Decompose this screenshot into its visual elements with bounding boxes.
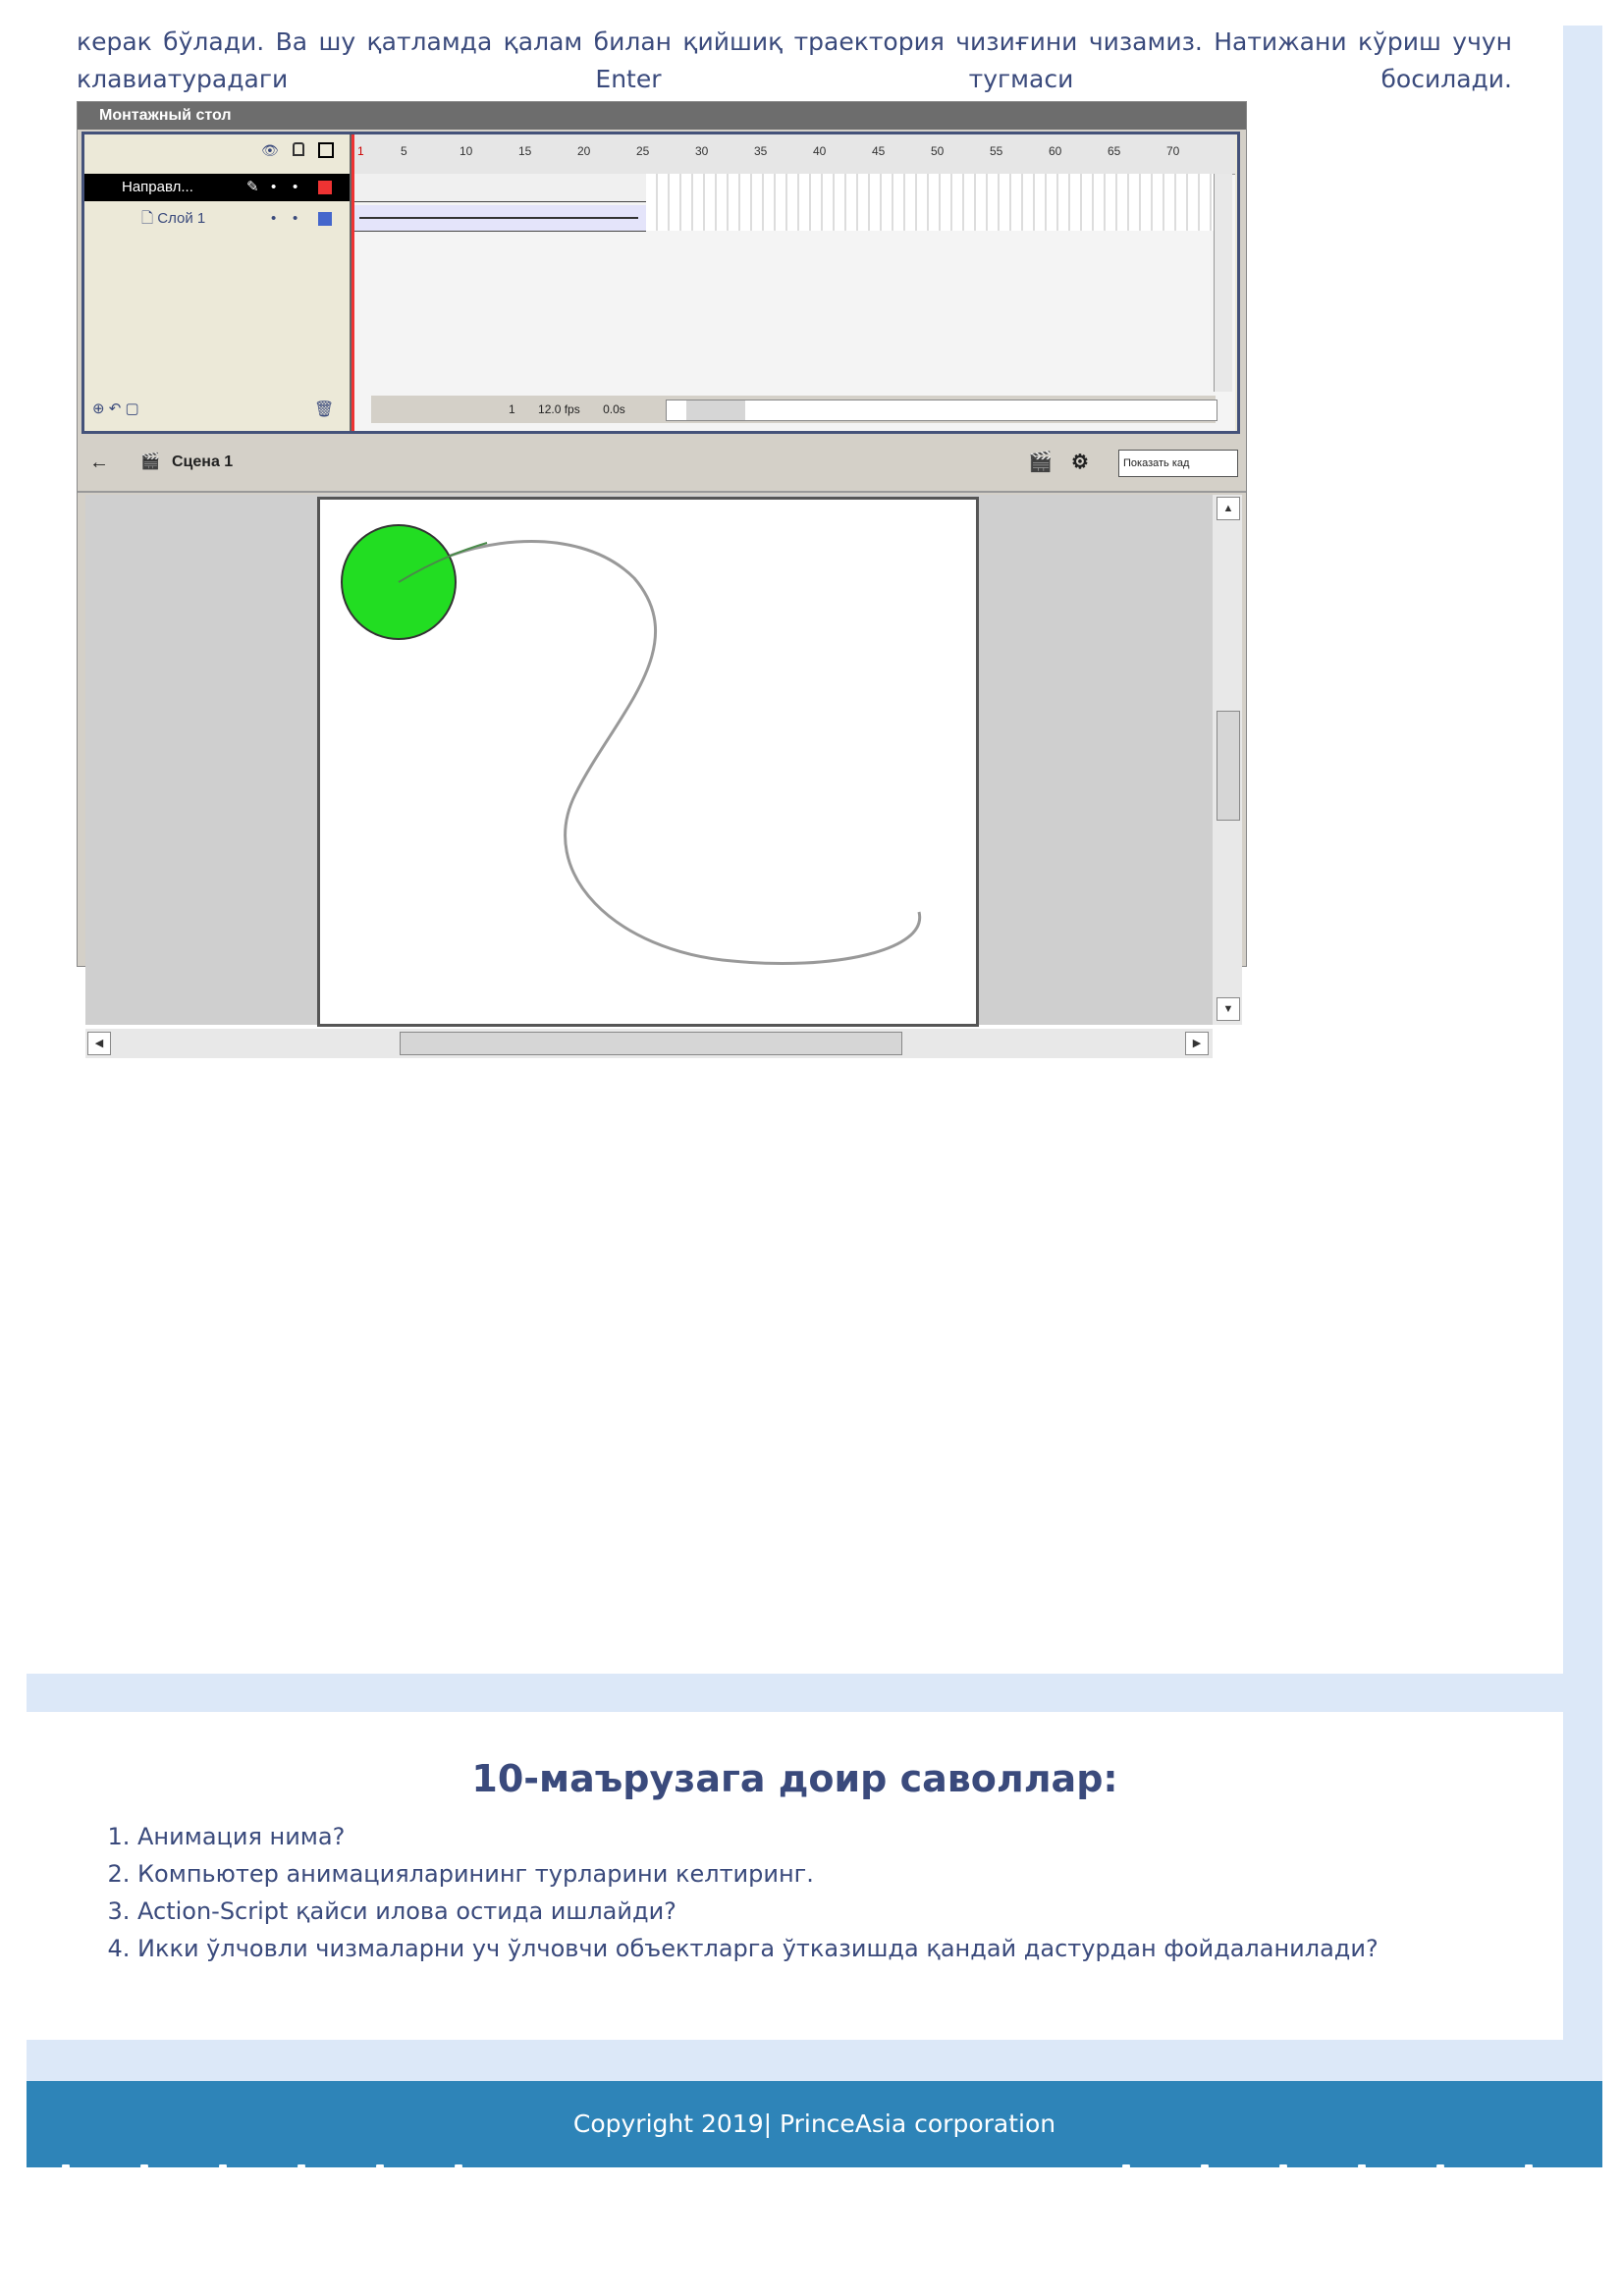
ruler-tick: 10 <box>460 144 473 158</box>
edit-scene-icon[interactable]: 🎬 <box>1028 450 1053 474</box>
frame-ruler: 1 5 10 15 20 25 30 35 40 45 50 55 60 65 … <box>352 134 1235 175</box>
trash-icon[interactable]: 🗑 <box>314 400 334 419</box>
questions-title: 10-маърузага доир саволлар: <box>471 1757 1118 1800</box>
intro-paragraph: керак бўлади. Ва шу қатламда қалам билан… <box>77 27 1512 93</box>
questions-list: Анимация нима? Компьютер анимацияларинин… <box>98 1818 1379 1967</box>
eye-icon: 👁 <box>261 142 279 158</box>
ruler-tick: 40 <box>813 144 827 158</box>
layer-color-swatch <box>318 181 332 194</box>
pencil-icon: ✎ <box>246 179 259 195</box>
scroll-up-icon[interactable]: ▲ <box>1217 497 1240 520</box>
playhead[interactable] <box>352 134 354 431</box>
ruler-tick: 1 <box>357 144 364 158</box>
empty-frames <box>646 174 1214 231</box>
question-item: Икки ўлчовли чизмаларни уч ўлчовчи объек… <box>137 1930 1379 1967</box>
scene-icon: 🎬 <box>140 454 160 470</box>
right-frame-band <box>1563 26 1602 2165</box>
lock-icon <box>293 142 304 156</box>
scene-bar: ← 🎬 Сцена 1 🎬 ⚙ Показать кад <box>78 438 1246 493</box>
timeline-status-bar: 1 12.0 fps 0.0s <box>371 396 1217 423</box>
ruler-tick: 55 <box>990 144 1003 158</box>
stage-drawing <box>341 524 922 966</box>
stage-vscroll[interactable]: ▲ ▼ <box>1213 495 1242 1025</box>
back-arrow-icon[interactable]: ← <box>89 452 109 474</box>
ruler-tick: 25 <box>636 144 650 158</box>
question-item: Action-Script қайси илова остида ишлайди… <box>137 1893 1379 1930</box>
ruler-tick: 35 <box>754 144 768 158</box>
flash-screenshot: Монтажный стол 👁 Направл... ✎ • • 🗋 Слой … <box>77 101 1247 1058</box>
ruler-tick: 60 <box>1049 144 1062 158</box>
footer-dots <box>62 2164 1533 2170</box>
question-item: Анимация нима? <box>137 1818 1379 1855</box>
layer-name: Слой 1 <box>157 210 206 227</box>
zoom-select[interactable]: Показать кад <box>1118 450 1238 477</box>
ruler-tick: 20 <box>577 144 591 158</box>
timeline-titlebar: Монтажный стол <box>78 102 1246 130</box>
layer-color-swatch <box>318 212 332 226</box>
vscroll-thumb[interactable] <box>1217 711 1240 821</box>
layer-panel: 👁 Направл... ✎ • • 🗋 Слой 1 • • ⊕ ↶ ▢ 🗑 <box>84 134 352 431</box>
outline-icon <box>318 142 334 158</box>
separator-band-bottom <box>27 2040 1602 2081</box>
stage-hscroll[interactable]: ◀ ▶ <box>85 1029 1213 1058</box>
ruler-tick: 5 <box>401 144 407 158</box>
timeline-title: Монтажный стол <box>99 107 232 124</box>
current-frame: 1 <box>509 402 515 416</box>
guide-layer-frames <box>352 174 646 202</box>
ruler-tick: 70 <box>1166 144 1180 158</box>
ruler-tick: 65 <box>1108 144 1121 158</box>
scroll-right-icon[interactable]: ▶ <box>1185 1032 1209 1055</box>
elapsed-time: 0.0s <box>603 402 625 416</box>
footer: Copyright 2019| PrinceAsia corporation <box>27 2081 1602 2167</box>
frame-rate: 12.0 fps <box>538 402 580 416</box>
ruler-tick: 15 <box>518 144 532 158</box>
ruler-tick: 45 <box>872 144 886 158</box>
frame-grid[interactable]: 1 5 10 15 20 25 30 35 40 45 50 55 60 65 … <box>352 134 1235 431</box>
question-item: Компьютер анимацияларининг турларини кел… <box>137 1855 1379 1893</box>
layer-icon: 🗋 <box>141 210 154 227</box>
hscroll-thumb[interactable] <box>400 1032 902 1055</box>
scene-label: Сцена 1 <box>172 454 234 470</box>
layer-row-1[interactable]: 🗋 Слой 1 • • <box>84 205 350 233</box>
ruler-tick: 30 <box>695 144 709 158</box>
layer-row-guide[interactable]: Направл... ✎ • • <box>84 174 350 201</box>
edit-symbol-icon[interactable]: ⚙ <box>1071 450 1089 474</box>
ruler-tick: 50 <box>931 144 945 158</box>
stage-workspace <box>85 495 1213 1027</box>
timeline-vscroll[interactable] <box>1214 174 1232 392</box>
add-layer-icon[interactable]: ⊕ ↶ ▢ <box>92 400 139 417</box>
footer-copyright: Copyright 2019| PrinceAsia corporation <box>572 2109 1056 2138</box>
separator-band <box>27 1674 1602 1712</box>
timeline-panel: 👁 Направл... ✎ • • 🗋 Слой 1 • • ⊕ ↶ ▢ 🗑 1 … <box>81 132 1240 434</box>
scroll-left-icon[interactable]: ◀ <box>87 1032 111 1055</box>
tween-frames <box>352 205 646 232</box>
timeline-hscroll[interactable] <box>666 400 1217 421</box>
layer-name: Направл... <box>122 179 193 195</box>
stage[interactable] <box>317 497 979 1027</box>
scroll-down-icon[interactable]: ▼ <box>1217 997 1240 1021</box>
motion-guide-path <box>398 540 922 966</box>
